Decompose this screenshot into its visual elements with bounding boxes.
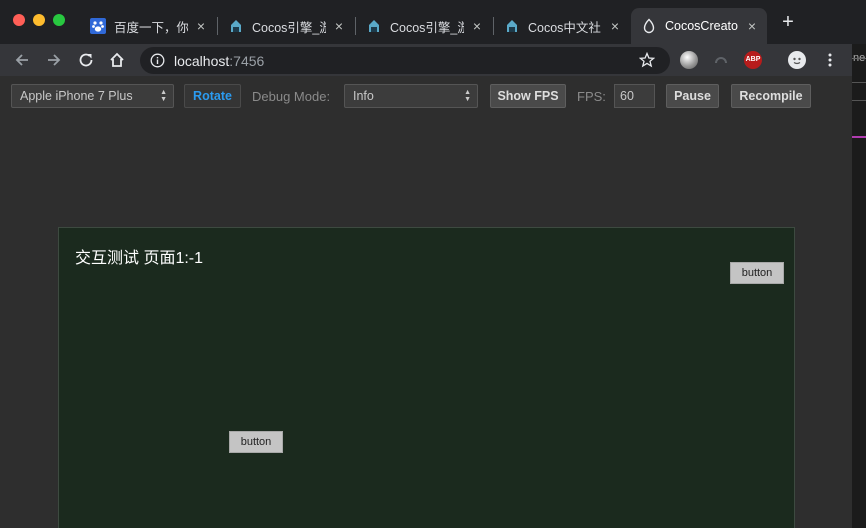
fps-input[interactable]: 60 (614, 84, 655, 108)
tab-title: CocosCreato (665, 19, 738, 33)
tab-title: Cocos引擎_游 (252, 20, 326, 35)
tab-strip: 百度一下，你 × Cocos引擎_游 × Cocos引擎_游 × Cocos中文… (0, 0, 866, 44)
divider (852, 82, 866, 83)
tab-cocos-community[interactable]: Cocos中文社 × (494, 8, 630, 44)
url-text: localhost:7456 (174, 53, 264, 69)
pause-button[interactable]: Pause (666, 84, 719, 108)
close-window-button[interactable] (13, 14, 25, 26)
recompile-button[interactable]: Recompile (731, 84, 811, 108)
tab-cocos-engine-2[interactable]: Cocos引擎_游 × (356, 8, 492, 44)
debug-mode-select[interactable]: Info ▲ ▼ (344, 84, 478, 108)
forward-icon[interactable] (44, 50, 64, 70)
cocos-logo-icon (504, 18, 520, 34)
maximize-window-button[interactable] (53, 14, 65, 26)
minimize-window-button[interactable] (33, 14, 45, 26)
tab-title: Cocos中文社 (528, 20, 601, 35)
game-button-top-right[interactable]: button (730, 262, 784, 284)
adjacent-window-edge: ne (852, 44, 866, 528)
close-icon[interactable]: × (608, 19, 622, 33)
close-icon[interactable]: × (470, 19, 484, 33)
info-icon[interactable] (150, 53, 165, 68)
fps-label: FPS: (577, 89, 606, 104)
tab-cocos-engine-1[interactable]: Cocos引擎_游 × (218, 8, 354, 44)
debug-mode-label: Debug Mode: (252, 89, 331, 104)
game-canvas[interactable]: 交互测试 页面1:-1 button button (58, 227, 795, 528)
profile-avatar-icon[interactable] (788, 51, 806, 69)
tab-title: Cocos引擎_游 (390, 20, 464, 35)
close-icon[interactable]: × (745, 19, 759, 33)
tab-title: 百度一下，你 (114, 20, 188, 35)
accent-line (852, 136, 866, 138)
divider (852, 58, 866, 59)
extension-globe-icon[interactable] (680, 51, 698, 69)
cocos-logo-icon (228, 18, 244, 34)
address-bar[interactable]: localhost:7456 (140, 47, 670, 74)
device-select-value: Apple iPhone 7 Plus (20, 89, 133, 103)
game-title-label: 交互测试 页面1:-1 (75, 250, 204, 267)
game-button-middle[interactable]: button (229, 431, 283, 453)
menu-kebab-icon[interactable] (820, 50, 840, 70)
select-arrows-icon: ▲ ▼ (160, 89, 167, 103)
device-select[interactable]: Apple iPhone 7 Plus ▲ ▼ (11, 84, 174, 108)
url-port: :7456 (229, 53, 265, 69)
extension-disabled-icon[interactable] (712, 51, 730, 69)
home-icon[interactable] (107, 50, 127, 70)
rotate-button[interactable]: Rotate (184, 84, 241, 108)
back-icon[interactable] (12, 50, 32, 70)
browser-toolbar: localhost:7456 ABP (0, 44, 852, 76)
bookmark-star-icon[interactable] (638, 51, 656, 68)
new-tab-button[interactable]: + (779, 12, 797, 32)
preview-toolbar: Apple iPhone 7 Plus ▲ ▼ Rotate Debug Mode… (0, 76, 852, 118)
browser-window: 百度一下，你 × Cocos引擎_游 × Cocos引擎_游 × Cocos中文… (0, 0, 866, 528)
cocos-creator-icon (641, 18, 657, 34)
url-host: localhost (174, 53, 230, 69)
select-arrows-icon: ▲ ▼ (464, 89, 471, 103)
reload-icon[interactable] (76, 50, 96, 70)
close-icon[interactable]: × (194, 19, 208, 33)
divider (852, 100, 866, 101)
tab-baidu[interactable]: 百度一下，你 × (80, 8, 216, 44)
tab-cocos-creator[interactable]: CocosCreato × (631, 8, 767, 44)
baidu-paw-icon (90, 18, 106, 34)
close-icon[interactable]: × (332, 19, 346, 33)
show-fps-button[interactable]: Show FPS (490, 84, 566, 108)
adblock-plus-icon[interactable]: ABP (744, 51, 762, 69)
debug-mode-select-value: Info (353, 89, 374, 103)
cocos-logo-icon (366, 18, 382, 34)
